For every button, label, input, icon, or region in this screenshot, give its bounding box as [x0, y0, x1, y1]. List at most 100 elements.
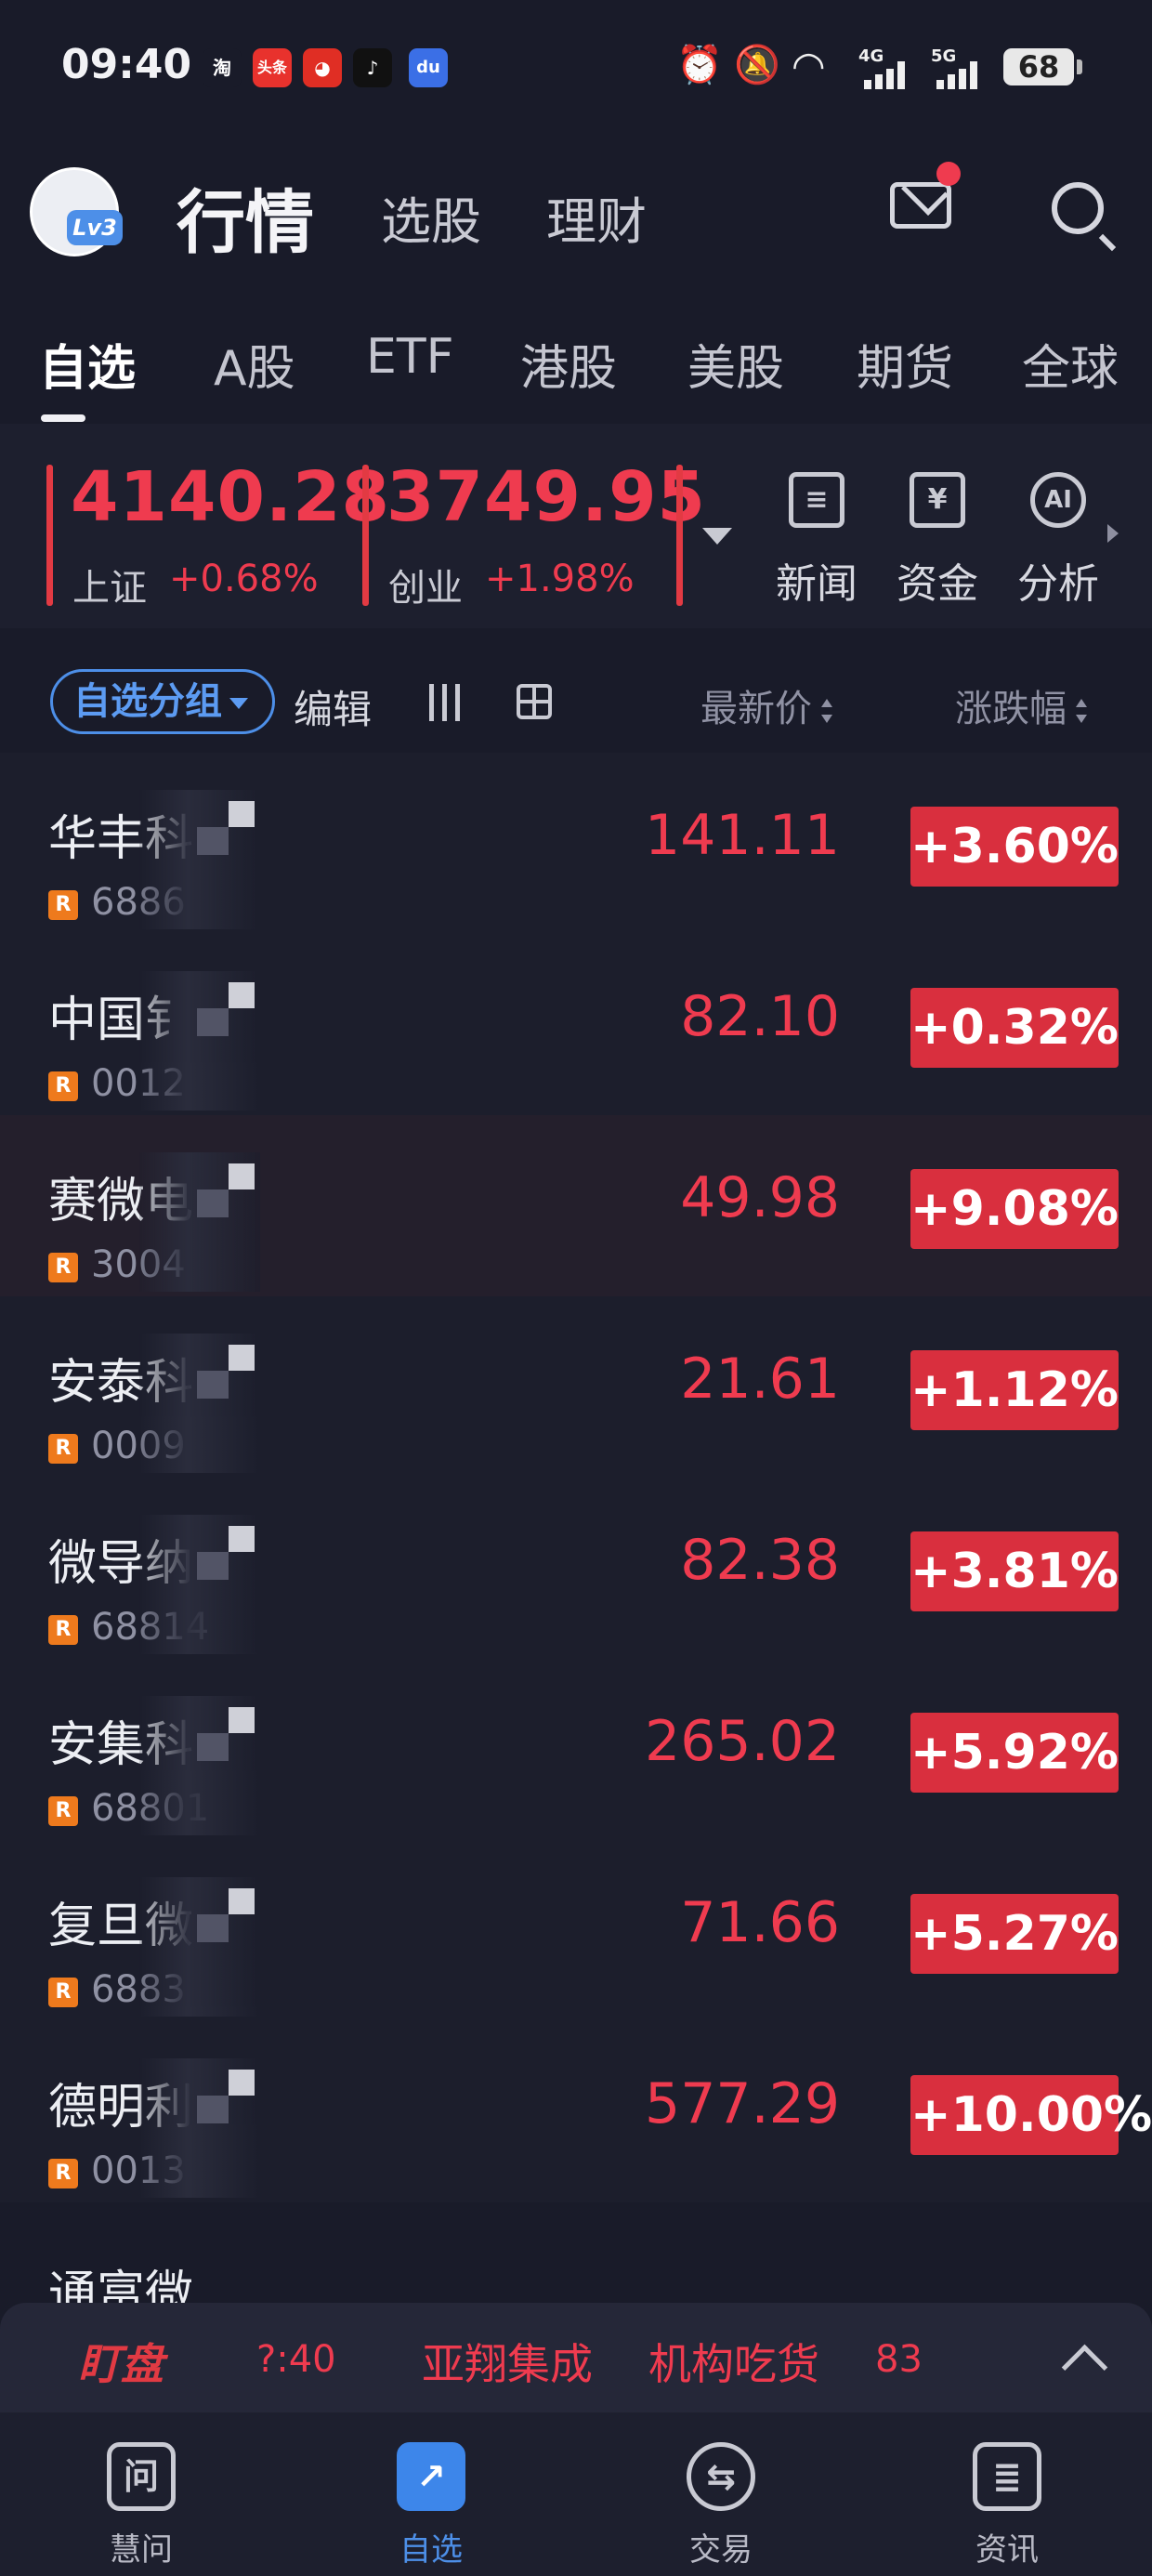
stock-row[interactable]: 安集科 R 68801 265.02 +5.92%: [0, 1659, 1152, 1840]
column-header-change: 涨跌幅: [955, 688, 1067, 730]
margin-badge: R: [48, 1978, 78, 2007]
toutiao-icon: 头条: [253, 48, 292, 87]
analysis-button[interactable]: AI 分析: [1016, 472, 1100, 610]
stock-change-badge[interactable]: +5.27%: [910, 1894, 1119, 1974]
douyin-icon: ♪: [353, 48, 392, 87]
news-button[interactable]: ≡ 新闻: [775, 472, 858, 610]
nav-label: 资讯: [975, 2531, 1039, 2569]
ask-icon: 问: [107, 2442, 176, 2511]
category-tab-us[interactable]: 美股: [687, 329, 784, 399]
category-tab-hk[interactable]: 港股: [520, 329, 617, 399]
index-value-shanghai[interactable]: 4140.28: [71, 457, 390, 537]
news-doc-icon: ≣: [973, 2442, 1041, 2511]
category-tab-a-shares[interactable]: A股: [214, 329, 295, 399]
stock-row[interactable]: 赛微电 R 3004 49.98 +9.08%: [0, 1115, 1152, 1296]
signal-4g-icon: [864, 61, 909, 89]
category-tab-watchlist[interactable]: 自选: [39, 329, 136, 399]
ticker-time: ?:40: [256, 2338, 336, 2381]
column-header-price: 最新价: [700, 688, 812, 730]
stock-list: 华丰科 R 6886 141.11 +3.60% 中国钅 R 0012 82.1…: [0, 753, 1152, 2384]
stock-change-badge[interactable]: +10.00%: [910, 2075, 1152, 2155]
stock-change-badge[interactable]: +3.60%: [910, 807, 1119, 887]
ticker-signal: 机构吃货: [648, 2339, 819, 2389]
watchlist-chart-icon: ↗: [397, 2442, 465, 2511]
stock-change-badge[interactable]: +5.92%: [910, 1713, 1119, 1793]
stock-row[interactable]: 中国钅 R 0012 82.10 +0.32%: [0, 934, 1152, 1115]
columns-view-icon[interactable]: [425, 684, 463, 721]
category-tab-global[interactable]: 全球: [1022, 329, 1119, 399]
sort-icon: [821, 699, 832, 723]
margin-badge: R: [48, 1796, 78, 1826]
mail-icon[interactable]: [890, 182, 951, 229]
search-icon[interactable]: [1052, 182, 1104, 234]
index-change-shanghai: +0.68%: [169, 558, 319, 600]
nav-item-ask[interactable]: 问 慧问: [67, 2442, 216, 2569]
nav-item-watchlist[interactable]: ↗ 自选: [357, 2442, 505, 2569]
ticker-logo: 盯盘: [78, 2339, 164, 2389]
nav-label: 交易: [689, 2531, 753, 2569]
grid-view-icon[interactable]: [517, 684, 552, 719]
stock-change-badge[interactable]: +3.81%: [910, 1531, 1119, 1611]
tab-wealth[interactable]: 理财: [546, 180, 647, 254]
status-bar: 09:40 淘 头条 ◕ ♪ du ⏰ 🔕 ◠ 4G 5G 68: [0, 0, 1152, 139]
privacy-mosaic: [139, 1696, 260, 1835]
sort-icon: [1076, 699, 1087, 723]
stock-price: 265.02: [645, 1709, 840, 1774]
sort-latest-price[interactable]: 最新价: [700, 678, 832, 732]
privacy-mosaic: [139, 1334, 260, 1473]
margin-badge: R: [48, 2159, 78, 2188]
index-expand-icon[interactable]: [702, 528, 732, 545]
news-icon: ≡: [789, 472, 844, 528]
analysis-label: 分析: [1017, 560, 1099, 608]
privacy-mosaic: [139, 790, 260, 929]
nav-item-news[interactable]: ≣ 资讯: [933, 2442, 1081, 2569]
stock-change-badge[interactable]: +1.12%: [910, 1350, 1119, 1430]
page-title: 行情: [177, 183, 314, 263]
edit-button[interactable]: 编辑: [294, 678, 372, 735]
stock-price: 82.38: [680, 1528, 840, 1593]
index-change-chinext: +1.98%: [485, 558, 635, 600]
stock-row[interactable]: 德明利 R 0013 577.29 +10.00%: [0, 2021, 1152, 2202]
stock-row[interactable]: 安泰科 R 0009 21.61 +1.12%: [0, 1296, 1152, 1478]
mute-icon: 🔕: [734, 44, 780, 86]
taobao-icon: 淘: [203, 48, 242, 87]
ticker-stock-name[interactable]: 亚翔集成: [422, 2331, 593, 2392]
alarm-icon: ⏰: [676, 44, 723, 86]
stock-price: 82.10: [680, 984, 840, 1049]
nav-label: 自选: [399, 2531, 463, 2569]
category-tab-futures[interactable]: 期货: [857, 329, 953, 399]
battery-icon: 68: [1003, 48, 1082, 85]
index-value-chinext[interactable]: 3749.95: [386, 457, 706, 537]
wifi-icon: ◠: [792, 43, 826, 88]
tab-stock-picker[interactable]: 选股: [381, 180, 481, 254]
level-badge: Lv3: [67, 210, 123, 245]
index-name-chinext: 创业: [388, 567, 463, 610]
trade-exchange-icon: ⇆: [687, 2442, 755, 2511]
stock-price: 21.61: [680, 1347, 840, 1412]
baidu-icon: du: [409, 48, 448, 87]
margin-badge: R: [48, 890, 78, 920]
tools-more-icon[interactable]: [1107, 524, 1119, 543]
stock-change-badge[interactable]: +0.32%: [910, 988, 1119, 1068]
nav-item-trade[interactable]: ⇆ 交易: [647, 2442, 795, 2569]
sort-change-pct[interactable]: 涨跌幅: [955, 678, 1087, 732]
stock-row[interactable]: 华丰科 R 6886 141.11 +3.60%: [0, 753, 1152, 934]
stock-row[interactable]: 微导纳 R 68814 82.38 +3.81%: [0, 1478, 1152, 1659]
chevron-down-icon: [229, 698, 248, 709]
index-marker: [676, 465, 683, 606]
index-marker: [46, 465, 53, 606]
stock-change-badge[interactable]: +9.08%: [910, 1169, 1119, 1249]
funds-button[interactable]: ¥ 资金: [896, 472, 979, 610]
margin-badge: R: [48, 1071, 78, 1101]
privacy-mosaic: [139, 2058, 260, 2198]
watchlist-group-dropdown[interactable]: 自选分组: [50, 669, 275, 734]
margin-badge: R: [48, 1615, 78, 1645]
category-tab-etf[interactable]: ETF: [366, 329, 454, 385]
privacy-mosaic: [139, 1515, 260, 1654]
margin-badge: R: [48, 1253, 78, 1282]
stock-row[interactable]: 复旦微 R 6883 71.66 +5.27%: [0, 1840, 1152, 2021]
notification-dot: [936, 162, 961, 186]
active-tab-indicator: [41, 414, 85, 422]
index-marker: [362, 465, 369, 606]
margin-badge: R: [48, 1434, 78, 1464]
